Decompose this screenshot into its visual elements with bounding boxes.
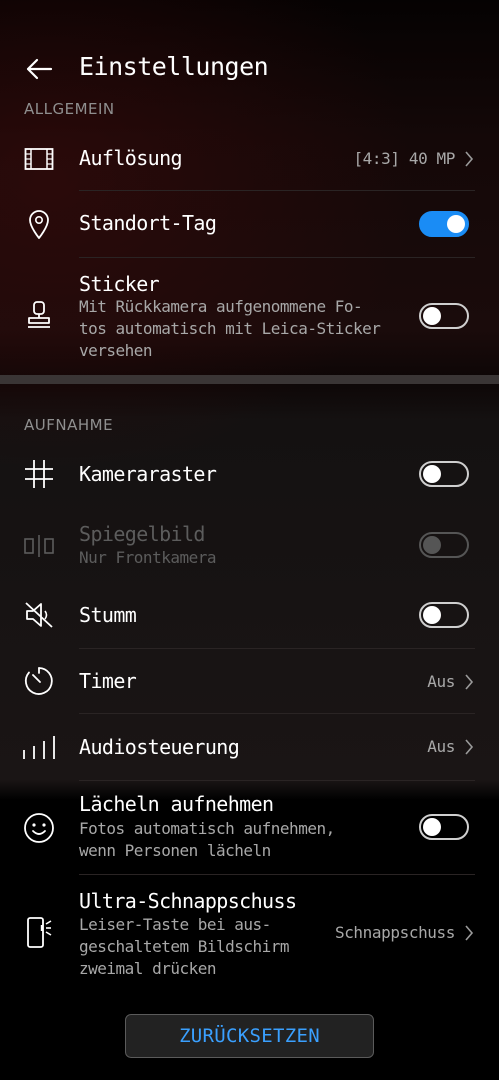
setting-timer[interactable]: Timer Aus	[0, 649, 499, 713]
setting-ultra-snapshot-desc-line1: Leiser-Taste bei aus-	[79, 915, 271, 934]
timer-icon	[22, 664, 56, 698]
sticker-toggle[interactable]	[419, 303, 469, 329]
camera-grid-toggle[interactable]	[419, 461, 469, 487]
divider	[79, 780, 475, 781]
location-pin-icon	[22, 207, 56, 241]
toggle-knob	[423, 818, 441, 836]
stamp-icon	[22, 298, 56, 332]
setting-sticker-desc-line3: versehen	[79, 341, 153, 360]
setting-mirror-label: Spiegelbild	[79, 522, 205, 546]
setting-resolution-value: [4:3] 40 MP	[353, 149, 455, 168]
setting-mute[interactable]: Stumm	[0, 582, 499, 648]
setting-camera-grid-label: Kameraraster	[79, 462, 217, 486]
setting-resolution-label: Auflösung	[79, 146, 183, 170]
speaker-mute-icon	[22, 598, 56, 632]
setting-smile-capture[interactable]: Lächeln aufnehmen Fotos automatisch aufn…	[0, 790, 499, 874]
arrow-left-icon	[25, 57, 53, 81]
page-title: Einstellungen	[79, 52, 269, 81]
setting-sticker-desc-line1: Mit Rückkamera aufgenommene Fo-	[79, 297, 363, 316]
setting-ultra-snapshot-value: Schnappschuss	[334, 923, 455, 942]
chevron-right-icon	[464, 739, 474, 755]
chevron-right-icon	[464, 925, 474, 941]
grid-icon	[22, 457, 56, 491]
setting-camera-grid[interactable]: Kameraraster	[0, 442, 499, 506]
toggle-knob	[447, 215, 465, 233]
section-separator	[0, 375, 499, 384]
toggle-knob	[423, 307, 441, 325]
toggle-knob	[423, 606, 441, 624]
setting-timer-label: Timer	[79, 669, 137, 693]
setting-smile-capture-desc-line2: wenn Personen lächeln	[79, 841, 271, 860]
film-frame-icon	[22, 142, 56, 176]
app-header: Einstellungen	[0, 40, 499, 96]
setting-timer-value: Aus	[427, 672, 455, 691]
toggle-knob	[423, 536, 441, 554]
mute-toggle[interactable]	[419, 602, 469, 628]
smiley-icon	[22, 811, 56, 845]
setting-ultra-snapshot-desc-line2: geschaltetem Bildschirm	[79, 937, 290, 956]
mirror-icon	[22, 529, 56, 563]
setting-audio-control[interactable]: Audiosteuerung Aus	[0, 714, 499, 780]
setting-smile-capture-label: Lächeln aufnehmen	[79, 792, 274, 816]
setting-audio-control-label: Audiosteuerung	[79, 735, 240, 759]
chevron-right-icon	[464, 151, 474, 167]
section-header-general: ALLGEMEIN	[24, 100, 115, 118]
smile-capture-toggle[interactable]	[419, 814, 469, 840]
setting-sticker[interactable]: Sticker Mit Rückkamera aufgenommene Fo- …	[0, 258, 499, 370]
divider	[79, 874, 475, 875]
setting-smile-capture-desc-line1: Fotos automatisch aufnehmen,	[79, 819, 335, 838]
setting-audio-control-value: Aus	[427, 737, 455, 756]
setting-mute-label: Stumm	[79, 603, 137, 627]
chevron-right-icon	[464, 674, 474, 690]
audio-bars-icon	[22, 730, 56, 764]
section-header-capture: AUFNAHME	[24, 416, 114, 434]
reset-button[interactable]: ZURÜCKSETZEN	[125, 1014, 374, 1058]
setting-location-tag[interactable]: Standort-Tag	[0, 191, 499, 257]
setting-mirror-desc: Nur Frontkamera	[79, 548, 217, 567]
setting-ultra-snapshot-desc-line3: zweimal drücken	[79, 959, 217, 978]
setting-ultra-snapshot[interactable]: Ultra-Schnappschuss Leiser-Taste bei aus…	[0, 880, 499, 990]
setting-ultra-snapshot-label: Ultra-Schnappschuss	[79, 889, 297, 913]
phone-volume-icon	[22, 916, 56, 950]
mirror-toggle	[419, 532, 469, 558]
setting-mirror: Spiegelbild Nur Frontkamera	[0, 508, 499, 582]
setting-location-tag-label: Standort-Tag	[79, 211, 217, 235]
location-tag-toggle[interactable]	[419, 211, 469, 237]
setting-resolution[interactable]: Auflösung [4:3] 40 MP	[0, 132, 499, 190]
toggle-knob	[423, 465, 441, 483]
setting-sticker-label: Sticker	[79, 272, 160, 296]
back-button[interactable]	[20, 50, 58, 88]
setting-sticker-desc-line2: tos automatisch mit Leica-Sticker	[79, 319, 381, 338]
